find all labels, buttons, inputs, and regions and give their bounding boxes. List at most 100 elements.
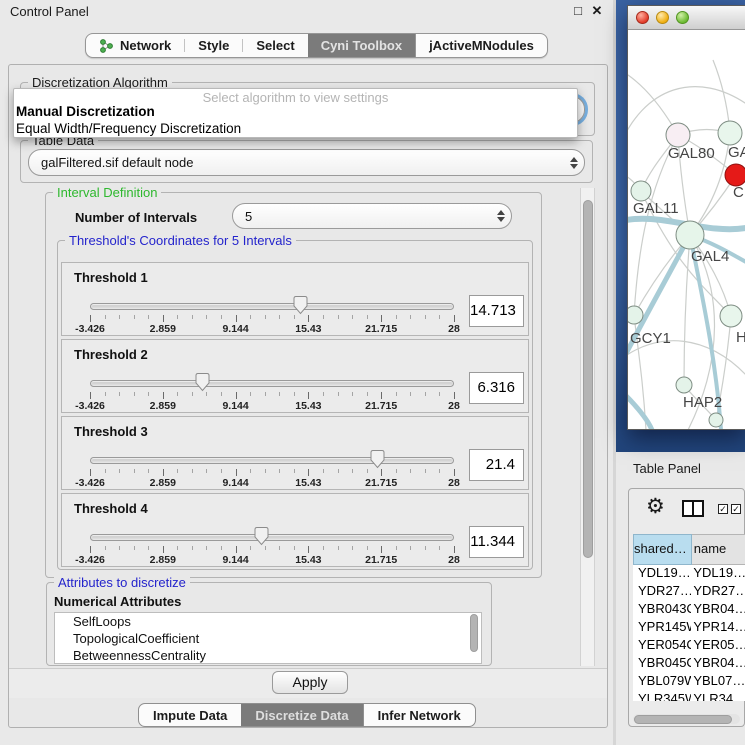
network-edge-thick[interactable] bbox=[628, 390, 652, 429]
network-node-GA[interactable] bbox=[718, 121, 742, 145]
close-traffic-light-icon[interactable] bbox=[636, 11, 649, 24]
network-node-GAL11[interactable] bbox=[631, 181, 651, 201]
threshold-slider-handle[interactable] bbox=[292, 295, 309, 315]
minimize-traffic-light-icon[interactable] bbox=[656, 11, 669, 24]
tab-discretize-data-label: Discretize Data bbox=[255, 708, 348, 723]
number-of-intervals-combobox[interactable]: 5 bbox=[232, 203, 512, 229]
cell-shared-name[interactable]: YPR145W bbox=[633, 619, 691, 637]
cell-name[interactable]: YLR34… bbox=[691, 691, 745, 701]
slider-tick bbox=[425, 392, 426, 396]
table-data-combobox[interactable]: galFiltered.sif default node bbox=[28, 149, 585, 176]
popup-option-manual-discretization[interactable]: Manual Discretization bbox=[16, 104, 576, 119]
cell-shared-name[interactable]: YBR045C bbox=[633, 655, 691, 673]
threshold-slider-handle[interactable] bbox=[369, 449, 386, 469]
network-node-HAP2[interactable] bbox=[676, 377, 692, 393]
threshold-slider-track[interactable] bbox=[90, 457, 454, 464]
network-node-H[interactable] bbox=[720, 305, 742, 327]
zoom-traffic-light-icon[interactable] bbox=[676, 11, 689, 24]
threshold-slider-track[interactable] bbox=[90, 534, 454, 541]
table-row[interactable]: YBL079WYBL07… bbox=[633, 673, 745, 691]
slider-tick bbox=[396, 546, 397, 550]
attribute-list-item[interactable]: TopologicalCoefficient bbox=[55, 630, 481, 647]
table-horizontal-scrollbar[interactable] bbox=[633, 714, 740, 724]
slider-tick-label: 15.43 bbox=[278, 477, 338, 489]
network-canvas[interactable]: GAL80GACGAL11GAL4GCY1HHAP2 bbox=[628, 30, 745, 429]
network-node-GCY1[interactable] bbox=[628, 306, 643, 324]
float-window-icon[interactable]: □ bbox=[570, 3, 586, 19]
column-header-name[interactable]: name bbox=[692, 534, 745, 565]
slider-tick bbox=[454, 469, 455, 476]
threshold-slider-handle[interactable] bbox=[253, 526, 270, 546]
attribute-list-item[interactable]: BetweennessCentrality bbox=[55, 647, 481, 664]
top-tabbar: Network Style Select Cyni Toolbox jActiv… bbox=[85, 33, 548, 58]
network-node-label: GAL4 bbox=[691, 248, 729, 265]
slider-tick bbox=[90, 392, 91, 399]
cell-shared-name[interactable]: YDL19… bbox=[633, 565, 691, 583]
table-row[interactable]: YBR043CYBR04… bbox=[633, 601, 745, 619]
tab-select[interactable]: Select bbox=[243, 34, 307, 57]
slider-tick bbox=[206, 546, 207, 550]
network-window-titlebar[interactable] bbox=[628, 6, 745, 30]
slider-tick bbox=[192, 469, 193, 473]
network-node-unlabeled[interactable] bbox=[709, 413, 723, 427]
close-window-icon[interactable]: ✕ bbox=[589, 3, 605, 19]
attributes-list-scrollbar-thumb[interactable] bbox=[470, 614, 478, 652]
panel-vertical-scrollbar[interactable] bbox=[580, 188, 595, 666]
numerical-attributes-list[interactable]: SelfLoopsTopologicalCoefficientBetweenne… bbox=[54, 612, 482, 664]
threshold-label: Threshold 2 bbox=[74, 347, 148, 362]
table-row[interactable]: YLR345WYLR34… bbox=[633, 691, 745, 701]
popup-option-equal-width[interactable]: Equal Width/Frequency Discretization bbox=[16, 121, 576, 136]
cell-shared-name[interactable]: YLR345W bbox=[633, 691, 691, 701]
tab-impute-data[interactable]: Impute Data bbox=[139, 704, 241, 726]
cell-name[interactable]: YDR27… bbox=[691, 583, 745, 601]
tab-style[interactable]: Style bbox=[185, 34, 242, 57]
gear-icon[interactable]: ⚙ bbox=[646, 496, 665, 518]
apply-button[interactable]: Apply bbox=[272, 671, 348, 694]
table-row[interactable]: YDR27…YDR27… bbox=[633, 583, 745, 601]
checkbox-checked-icon[interactable]: ✓ bbox=[731, 504, 741, 514]
cell-name[interactable]: YPR14… bbox=[691, 619, 745, 637]
network-node-GAL4[interactable] bbox=[676, 221, 704, 249]
tab-infer-network[interactable]: Infer Network bbox=[363, 704, 475, 726]
table-scrollbar-thumb[interactable] bbox=[634, 715, 732, 724]
cell-shared-name[interactable]: YER054C bbox=[633, 637, 691, 655]
panel-scrollbar-thumb[interactable] bbox=[583, 200, 593, 558]
table-row[interactable]: YPR145WYPR14… bbox=[633, 619, 745, 637]
threshold-slider-track[interactable] bbox=[90, 380, 454, 387]
cell-name[interactable]: YER05… bbox=[691, 637, 745, 655]
network-node-C[interactable] bbox=[725, 164, 745, 186]
columns-icon[interactable] bbox=[682, 500, 704, 517]
tab-jactivemnodules[interactable]: jActiveMNodules bbox=[415, 34, 547, 57]
threshold-value-field[interactable]: 6.316 bbox=[469, 372, 524, 404]
network-node-GAL80[interactable] bbox=[666, 123, 690, 147]
cell-name[interactable]: YBL07… bbox=[691, 673, 745, 691]
tab-discretize-data[interactable]: Discretize Data bbox=[241, 704, 362, 726]
interval-definition-title: Interval Definition bbox=[53, 185, 161, 200]
checkbox-checked-icon[interactable]: ✓ bbox=[718, 504, 728, 514]
threshold-value-field[interactable]: 11.344 bbox=[469, 526, 524, 558]
network-edge[interactable] bbox=[684, 235, 690, 385]
slider-tick bbox=[206, 392, 207, 396]
table-row[interactable]: YER054CYER05… bbox=[633, 637, 745, 655]
threshold-value-field[interactable]: 21.4 bbox=[469, 449, 524, 481]
cell-name[interactable]: YBR04… bbox=[691, 601, 745, 619]
threshold-slider-handle[interactable] bbox=[194, 372, 211, 392]
slider-tick bbox=[381, 546, 382, 553]
table-row[interactable]: YDL19…YDL19… bbox=[633, 565, 745, 583]
table-row[interactable]: YBR045CYBR04… bbox=[633, 655, 745, 673]
network-icon bbox=[99, 39, 114, 53]
combo-stepper-icon bbox=[491, 210, 511, 222]
threshold-value-field[interactable]: 14.713 bbox=[469, 295, 524, 327]
cell-shared-name[interactable]: YBL079W bbox=[633, 673, 691, 691]
slider-tick bbox=[105, 392, 106, 396]
tab-cyni-toolbox[interactable]: Cyni Toolbox bbox=[308, 34, 415, 57]
network-edge[interactable] bbox=[634, 135, 678, 315]
attribute-list-item[interactable]: SelfLoops bbox=[55, 613, 481, 630]
cell-shared-name[interactable]: YBR043C bbox=[633, 601, 691, 619]
cell-name[interactable]: YDL19… bbox=[691, 565, 745, 583]
column-header-shared-name[interactable]: shared… bbox=[633, 534, 692, 565]
cell-name[interactable]: YBR04… bbox=[691, 655, 745, 673]
cell-shared-name[interactable]: YDR27… bbox=[633, 583, 691, 601]
tab-network[interactable]: Network bbox=[86, 34, 184, 57]
threshold-slider-track[interactable] bbox=[90, 303, 454, 310]
